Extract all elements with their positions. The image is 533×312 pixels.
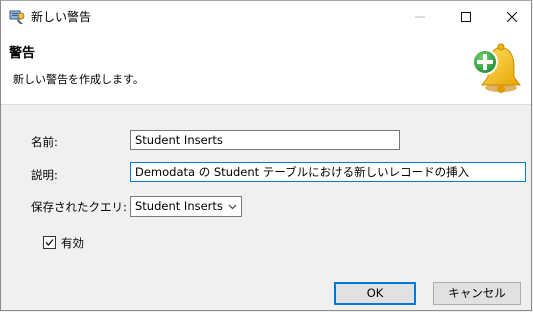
window-title: 新しい警告 — [31, 10, 92, 24]
ok-button[interactable]: OK — [334, 282, 416, 305]
minimize-button[interactable] — [397, 1, 443, 32]
close-button[interactable] — [489, 1, 531, 32]
saved-query-selected: Student Inserts — [135, 199, 223, 213]
enabled-label: 有効 — [61, 236, 84, 250]
cancel-button[interactable]: キャンセル — [433, 282, 521, 305]
description-label: 説明: — [31, 168, 58, 182]
saved-query-label: 保存されたクエリ: — [31, 200, 127, 214]
maximize-button[interactable] — [443, 1, 489, 32]
banner-title: 警告 — [9, 46, 36, 61]
title-bar[interactable]: 新しい警告 — [1, 1, 531, 32]
bell-with-plus-icon — [472, 43, 521, 93]
alert-dialog-app-icon — [9, 10, 25, 24]
close-icon — [507, 11, 517, 22]
minimize-icon — [415, 16, 425, 17]
saved-query-dropdown[interactable]: Student Inserts — [130, 196, 242, 217]
description-field[interactable]: Demodata の Student テーブルにおける新しいレコードの挿入 — [130, 162, 526, 182]
new-alert-dialog: 新しい警告 警告 新しい警告を作成します。 名前: Student Insert… — [0, 0, 532, 311]
banner-description: 新しい警告を作成します。 — [13, 73, 144, 86]
maximize-icon — [461, 11, 471, 22]
header-banner: 警告 新しい警告を作成します。 — [1, 32, 531, 105]
chevron-down-icon — [228, 204, 237, 210]
name-label: 名前: — [31, 135, 58, 149]
enabled-checkbox[interactable] — [43, 236, 56, 249]
checkmark-icon — [45, 239, 54, 246]
name-field[interactable]: Student Inserts — [130, 130, 400, 150]
